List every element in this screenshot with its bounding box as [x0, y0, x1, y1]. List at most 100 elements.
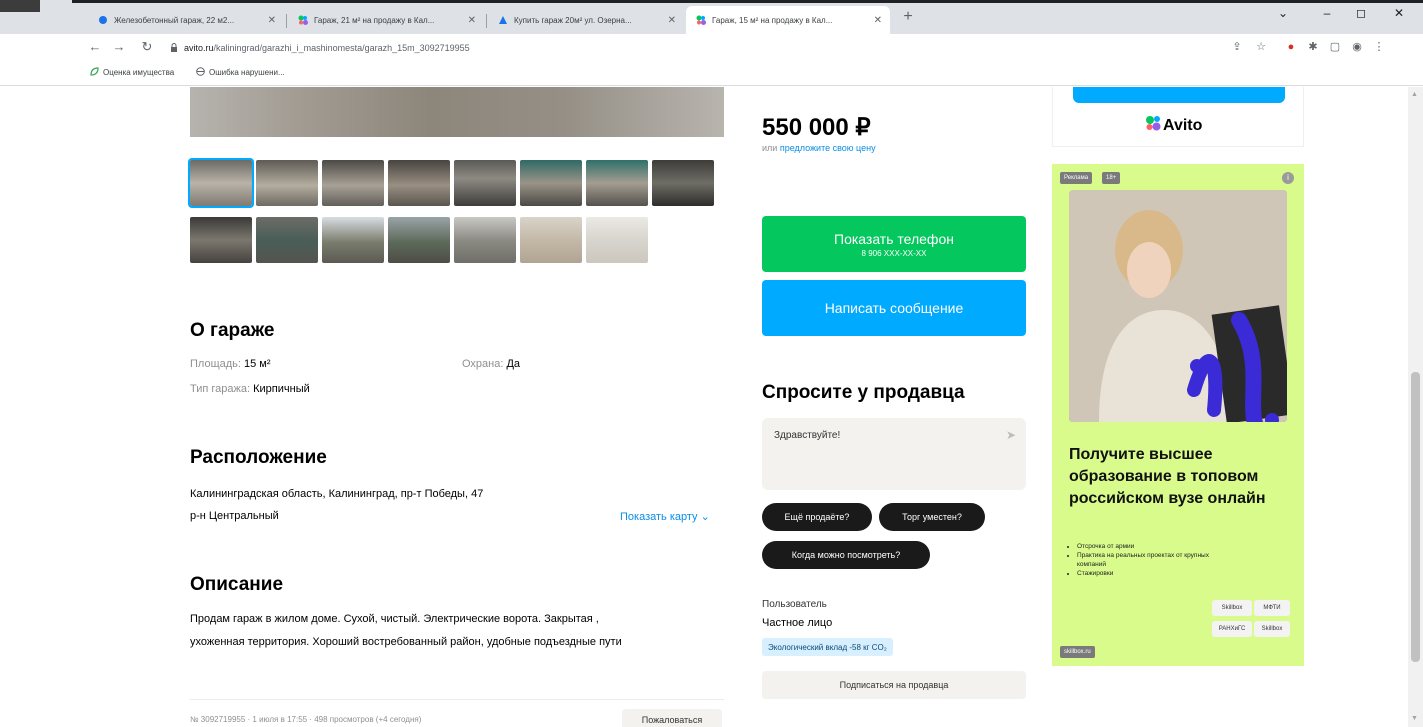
scroll-up-icon[interactable]: ▲ — [1411, 91, 1418, 98]
gallery-thumbnail[interactable] — [454, 217, 516, 263]
browser-tab-1[interactable]: Железобетонный гараж, 22 м2... ✕ — [88, 6, 284, 34]
bookmark-star-icon[interactable]: ☆ — [1254, 40, 1268, 54]
avito-listing-page: О гараже Площадь: 15 м² Охрана: Да Тип г… — [0, 87, 1410, 727]
area-label: Площадь: — [190, 358, 241, 370]
browser-tab-2[interactable]: Гараж, 21 м² на продажу в Кал... ✕ — [288, 6, 484, 34]
avito-promo-card: Avito — [1052, 87, 1304, 147]
main-gallery-photo[interactable] — [190, 87, 724, 137]
gallery-thumbnail[interactable] — [322, 160, 384, 206]
footer-divider — [190, 699, 724, 700]
address-text: Калининградская область, Калининград, пр… — [190, 488, 484, 500]
ad-age-badge: 18+ — [1102, 172, 1121, 184]
gallery-thumbnail[interactable] — [322, 217, 384, 263]
scrollbar-thumb[interactable] — [1411, 372, 1420, 662]
share-icon[interactable]: ⇪ — [1230, 40, 1244, 54]
info-icon[interactable]: i — [1282, 172, 1294, 184]
gallery-thumbnail[interactable] — [388, 160, 450, 206]
back-icon[interactable]: ← — [86, 39, 104, 54]
gallery-thumbnail[interactable] — [586, 160, 648, 206]
gallery-thumbnail[interactable] — [454, 160, 516, 206]
ad-partner-logo: МФТИ — [1254, 600, 1290, 616]
globe-icon — [196, 67, 205, 78]
ad-illustration — [1069, 190, 1287, 422]
eco-badge: Экологический вклад -58 кг CO₂ — [762, 638, 893, 656]
gallery-thumbnail[interactable] — [520, 160, 582, 206]
ad-label-badge: Реклама — [1060, 172, 1093, 184]
guard-value: Да — [506, 358, 521, 370]
new-tab-button[interactable]: + — [898, 8, 918, 26]
avito-promo-button[interactable] — [1073, 87, 1285, 103]
show-phone-label: Показать телефон — [834, 230, 954, 247]
price-note: или предложите свою цену — [762, 143, 876, 153]
ad-domain: skillbox.ru — [1060, 646, 1095, 658]
side-panel-icon[interactable]: ▢ — [1328, 40, 1342, 54]
seller-user-label: Пользователь — [762, 599, 827, 610]
about-title: О гараже — [190, 320, 275, 341]
show-phone-button[interactable]: Показать телефон 8 906 XXX-XX-XX — [762, 216, 1026, 272]
close-icon[interactable]: ✕ — [268, 15, 276, 26]
quick-question-still-selling[interactable]: Ещё продаёте? — [762, 503, 872, 531]
bookmarks-bar: Оценка имущества Ошибка нарушени... — [0, 60, 1423, 86]
profile-icon[interactable]: ◉ — [1350, 40, 1364, 54]
window-top-edge — [0, 0, 1423, 3]
location-title: Расположение — [190, 447, 327, 468]
gallery-thumbnail[interactable] — [188, 158, 254, 208]
close-icon[interactable]: ✕ — [668, 15, 676, 26]
seller-type[interactable]: Частное лицо — [762, 617, 832, 629]
gallery-thumbnail[interactable] — [190, 217, 252, 263]
send-icon[interactable]: ➤ — [1006, 428, 1016, 442]
bookmark-label: Оценка имущества — [103, 68, 175, 77]
price: 550 000 ₽ — [762, 114, 871, 141]
ad-partner-logo: Skillbox — [1212, 600, 1252, 616]
avito-favicon-icon — [696, 15, 706, 25]
gallery-thumbnail[interactable] — [520, 217, 582, 263]
avito-logo: Avito — [1145, 115, 1202, 136]
close-icon[interactable]: ✕ — [468, 15, 476, 26]
bookmark-2[interactable]: Ошибка нарушени... — [196, 67, 285, 78]
maximize-button[interactable]: ◻ — [1346, 6, 1376, 20]
close-window-button[interactable]: ✕ — [1384, 6, 1414, 20]
tab-search-icon[interactable]: ⌄ — [1268, 6, 1298, 20]
ask-seller-input[interactable]: Здравствуйте! ➤ — [762, 418, 1026, 490]
extensions-puzzle-icon[interactable]: ✱ — [1306, 40, 1320, 54]
address-bar[interactable]: avito.ru/kaliningrad/garazhi_i_mashinome… — [170, 38, 1230, 58]
browser-toolbar: ← → ↻ avito.ru/kaliningrad/garazhi_i_mas… — [0, 34, 1423, 60]
ad-bullet: Стажировки — [1077, 569, 1219, 578]
forward-icon[interactable]: → — [110, 39, 128, 54]
menu-kebab-icon[interactable]: ⋮ — [1372, 40, 1386, 54]
leaf-icon — [90, 67, 99, 78]
close-icon[interactable]: ✕ — [874, 15, 882, 26]
desktop-corner — [0, 0, 40, 12]
bookmark-1[interactable]: Оценка имущества — [90, 67, 174, 78]
extension-icon[interactable]: ● — [1284, 40, 1298, 54]
reload-icon[interactable]: ↻ — [138, 39, 156, 55]
avito-favicon-icon — [298, 15, 308, 25]
gallery-thumbnail[interactable] — [652, 160, 714, 206]
ad-headline: Получите высшее образование в топовом ро… — [1069, 446, 1266, 507]
guard-label: Охрана: — [462, 358, 504, 370]
offer-price-link[interactable]: предложите свою цену — [780, 143, 876, 153]
advertisement-banner[interactable]: Реклама 18+ i Получите высшее образовани… — [1052, 164, 1304, 666]
tab-title: Купить гараж 20м² ул. Озерна... — [514, 15, 632, 25]
show-map-link[interactable]: Показать карту ⌄ — [620, 510, 710, 523]
avito-dots-icon — [1145, 115, 1161, 136]
description-line-2: ухоженная территория. Хороший востребова… — [190, 636, 622, 648]
minimize-button[interactable]: – — [1312, 6, 1342, 20]
page-scrollbar[interactable]: ▲ ▼ — [1408, 87, 1423, 727]
scroll-down-icon[interactable]: ▼ — [1411, 715, 1418, 722]
browser-tab-3[interactable]: Купить гараж 20м² ул. Озерна... ✕ — [488, 6, 684, 34]
browser-tab-4-active[interactable]: Гараж, 15 м² на продажу в Кал... ✕ — [686, 6, 890, 34]
avito-logo-text: Avito — [1163, 116, 1203, 134]
quick-question-when-view[interactable]: Когда можно посмотреть? — [762, 541, 930, 569]
ad-photo-woman-laptop — [1069, 190, 1287, 422]
write-message-button[interactable]: Написать сообщение — [762, 280, 1026, 336]
bookmark-label: Ошибка нарушени... — [209, 68, 285, 77]
gallery-thumbnail[interactable] — [388, 217, 450, 263]
quick-question-bargain[interactable]: Торг уместен? — [879, 503, 985, 531]
gallery-thumbnail[interactable] — [256, 160, 318, 206]
gallery-thumbnail[interactable] — [586, 217, 648, 263]
report-button[interactable]: Пожаловаться — [622, 709, 722, 727]
gallery-thumbnail[interactable] — [256, 217, 318, 263]
url-path: /kaliningrad/garazhi_i_mashinomesta/gara… — [213, 43, 470, 53]
subscribe-seller-button[interactable]: Подписаться на продавца — [762, 671, 1026, 699]
